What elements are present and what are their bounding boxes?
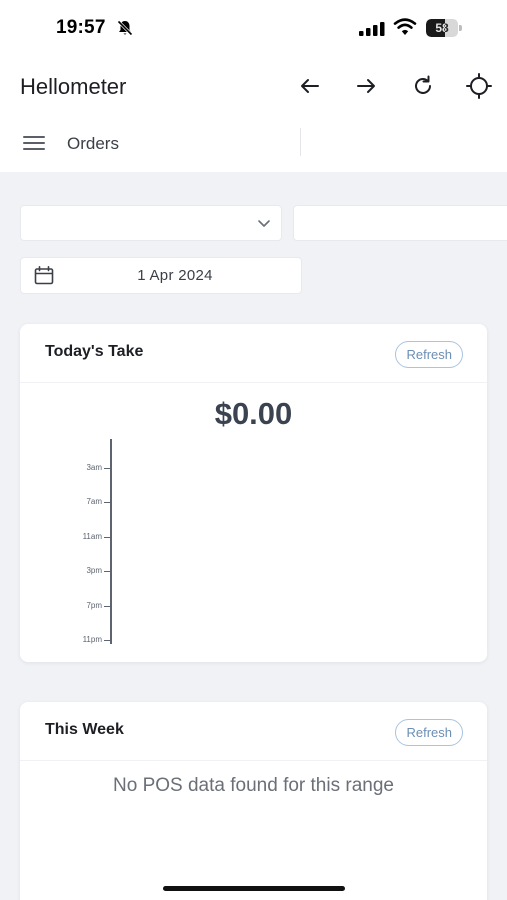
chart-tick-label: 11am	[82, 531, 102, 541]
sub-nav-bar: Orders	[0, 116, 507, 172]
empty-state-message: No POS data found for this range	[113, 775, 394, 796]
back-arrow-icon[interactable]	[296, 72, 324, 100]
chart-tick-label: 3am	[86, 463, 102, 472]
card-divider	[20, 760, 487, 761]
chart-tick-label: 7pm	[86, 600, 102, 610]
reload-icon[interactable]	[409, 72, 437, 100]
sub-nav-divider	[300, 128, 301, 156]
card-title: Today's Take	[45, 343, 144, 360]
refresh-button[interactable]: Refresh	[395, 719, 463, 746]
chart-tick	[104, 640, 110, 641]
chart-tick	[104, 502, 110, 504]
battery-body: 58	[426, 19, 458, 37]
home-indicator	[163, 886, 345, 891]
card-title: This Week	[45, 721, 124, 738]
forward-arrow-icon[interactable]	[352, 72, 380, 100]
hamburger-menu-icon[interactable]	[22, 133, 46, 153]
todays-take-card: Today's Take Refresh $0.00 3am 7am 11am 3pm…	[20, 324, 487, 662]
crosshair-icon[interactable]	[465, 72, 493, 100]
chart-tick	[104, 536, 110, 538]
chart-y-axis	[110, 439, 112, 644]
refresh-button[interactable]: Refresh	[395, 341, 463, 368]
chart-tick	[104, 468, 110, 469]
battery-cap	[459, 25, 462, 31]
chart-tick	[104, 605, 110, 607]
wifi-icon	[393, 18, 417, 35]
card-divider	[20, 382, 487, 383]
chart-tick	[104, 571, 110, 573]
app-title: Hellometer	[20, 74, 127, 99]
battery-indicator: 58	[426, 19, 462, 37]
chart-tick-label: 3pm	[86, 566, 102, 576]
status-time: 19:57	[56, 17, 106, 38]
page-title: Orders	[67, 134, 119, 153]
chart-tick-label: 7am	[86, 497, 102, 507]
calendar-icon	[34, 266, 54, 285]
date-picker[interactable]: 1 Apr 2024	[20, 257, 302, 294]
secondary-select[interactable]	[293, 205, 507, 241]
battery-level: 58	[435, 21, 449, 35]
chart-tick-label: 11pm	[82, 635, 102, 644]
location-select[interactable]	[20, 205, 282, 241]
bell-muted-icon	[117, 20, 133, 36]
this-week-card: This Week Refresh No POS data found for …	[20, 702, 487, 900]
date-value: 1 Apr 2024	[137, 267, 213, 284]
total-amount: $0.00	[214, 396, 293, 431]
cellular-signal-icon	[359, 22, 385, 36]
chevron-down-icon	[258, 220, 270, 227]
app-header: Hellometer	[0, 58, 507, 116]
status-bar: 19:57 58	[0, 0, 507, 58]
